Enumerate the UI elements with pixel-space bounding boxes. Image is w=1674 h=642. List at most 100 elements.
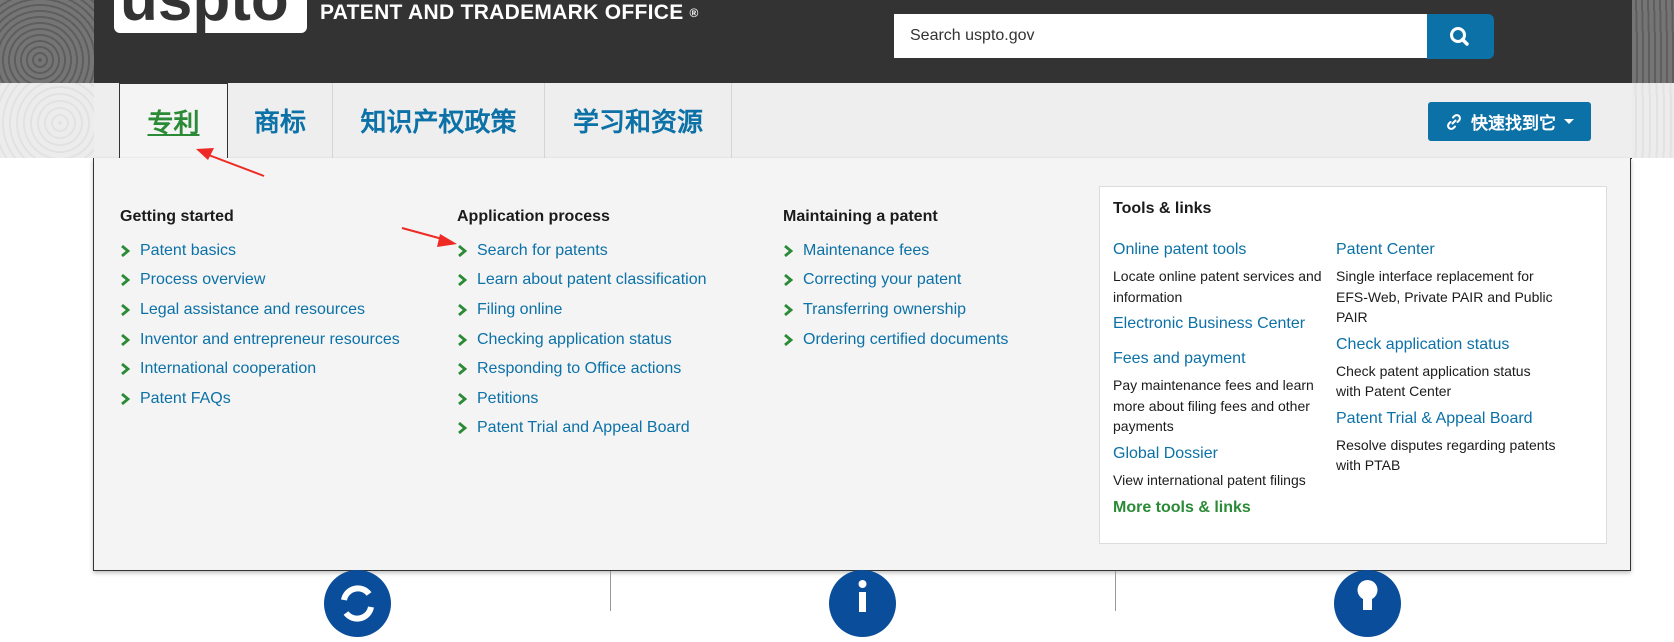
menu-link[interactable]: Patent basics bbox=[140, 242, 236, 260]
menu-link[interactable]: Legal assistance and resources bbox=[140, 301, 365, 319]
chevron-right-icon bbox=[458, 303, 468, 316]
tab-ip-policy[interactable]: 知识产权政策 bbox=[333, 83, 545, 158]
info-icon[interactable] bbox=[829, 570, 896, 637]
column-application-process: Application process Search for patents L… bbox=[457, 208, 706, 443]
chevron-right-icon bbox=[458, 333, 468, 346]
tool-description: Resolve disputes regarding patents with … bbox=[1336, 436, 1556, 474]
chevron-right-icon bbox=[121, 244, 131, 257]
logo-text: uspto bbox=[120, 0, 289, 33]
menu-link[interactable]: Learn about patent classification bbox=[477, 271, 706, 289]
patents-dropdown-panel: Getting started Patent basics Process ov… bbox=[93, 158, 1631, 571]
menu-link[interactable]: Inventor and entrepreneur resources bbox=[140, 331, 400, 349]
tool-link-check-application-status[interactable]: Check application status bbox=[1336, 335, 1558, 355]
chevron-right-icon bbox=[458, 392, 468, 405]
lightbulb-icon[interactable] bbox=[1334, 570, 1401, 637]
list-item[interactable]: Process overview bbox=[120, 266, 400, 296]
menu-link[interactable]: Responding to Office actions bbox=[477, 360, 681, 378]
tools-right-column: Patent Center Single interface replaceme… bbox=[1336, 240, 1558, 476]
tools-left-column: Online patent tools Locate online patent… bbox=[1113, 240, 1335, 517]
tab-patents[interactable]: 专利 bbox=[119, 83, 228, 159]
caret-down-icon bbox=[1564, 119, 1574, 124]
quick-find-label: 快速找到它 bbox=[1471, 114, 1556, 133]
list-item[interactable]: Correcting your patent bbox=[783, 266, 1008, 296]
tool-description: Pay maintenance fees and learn more abou… bbox=[1113, 377, 1314, 434]
tool-link-patent-center[interactable]: Patent Center bbox=[1336, 240, 1558, 260]
list-item[interactable]: Patent basics bbox=[120, 236, 400, 266]
menu-link[interactable]: Patent Trial and Appeal Board bbox=[477, 419, 690, 437]
list-item[interactable]: International cooperation bbox=[120, 354, 400, 384]
search-input[interactable] bbox=[894, 14, 1427, 58]
office-name: PATENT AND TRADEMARK OFFICE ® bbox=[320, 1, 699, 25]
chevron-right-icon bbox=[784, 274, 794, 287]
chevron-right-icon bbox=[784, 333, 794, 346]
menu-link[interactable]: Maintenance fees bbox=[803, 242, 929, 260]
menu-link[interactable]: Ordering certified documents bbox=[803, 331, 1008, 349]
list-item[interactable]: Legal assistance and resources bbox=[120, 295, 400, 325]
uspto-logo[interactable]: uspto bbox=[114, 0, 307, 33]
chevron-right-icon bbox=[121, 333, 131, 346]
tab-trademarks[interactable]: 商标 bbox=[228, 83, 333, 158]
list-item[interactable]: Ordering certified documents bbox=[783, 325, 1008, 355]
chevron-right-icon bbox=[458, 363, 468, 376]
tools-and-links-box: Tools & links Online patent tools Locate… bbox=[1099, 186, 1607, 544]
list-item[interactable]: Responding to Office actions bbox=[457, 354, 706, 384]
chevron-right-icon bbox=[784, 244, 794, 257]
column-title: Maintaining a patent bbox=[783, 208, 938, 225]
list-item[interactable]: Transferring ownership bbox=[783, 295, 1008, 325]
list-item[interactable]: Inventor and entrepreneur resources bbox=[120, 325, 400, 355]
column-title: Application process bbox=[457, 208, 610, 225]
menu-link[interactable]: Search for patents bbox=[477, 242, 608, 260]
tool-description: Locate online patent services and inform… bbox=[1113, 268, 1322, 305]
column-title: Getting started bbox=[120, 208, 234, 225]
tab-label: 专利 bbox=[147, 108, 200, 138]
menu-link[interactable]: International cooperation bbox=[140, 360, 316, 378]
tab-label: 知识产权政策 bbox=[360, 107, 517, 137]
column-maintaining-patent: Maintaining a patent Maintenance fees Co… bbox=[783, 208, 1008, 354]
tool-link-electronic-business-center[interactable]: Electronic Business Center bbox=[1113, 314, 1335, 334]
tool-description: View international patent filings bbox=[1113, 471, 1306, 488]
chevron-right-icon bbox=[458, 274, 468, 287]
chevron-right-icon bbox=[458, 244, 468, 257]
quick-find-button[interactable]: 快速找到它 bbox=[1428, 102, 1591, 141]
section-divider bbox=[610, 571, 611, 611]
more-tools-link[interactable]: More tools & links bbox=[1113, 499, 1335, 517]
list-item[interactable]: Patent FAQs bbox=[120, 384, 400, 414]
search-button[interactable] bbox=[1427, 14, 1494, 59]
tab-label: 学习和资源 bbox=[572, 107, 703, 137]
chevron-right-icon bbox=[458, 422, 468, 435]
tab-label: 商标 bbox=[253, 107, 306, 137]
link-icon bbox=[1447, 113, 1461, 130]
tool-description: Check patent application status with Pat… bbox=[1336, 362, 1531, 400]
menu-link[interactable]: Filing online bbox=[477, 301, 562, 319]
menu-link[interactable]: Transferring ownership bbox=[803, 301, 966, 319]
list-item[interactable]: Learn about patent classification bbox=[457, 266, 706, 296]
chevron-right-icon bbox=[121, 274, 131, 287]
chevron-right-icon bbox=[784, 303, 794, 316]
menu-link[interactable]: Process overview bbox=[140, 271, 265, 289]
tool-link-fees-and-payment[interactable]: Fees and payment bbox=[1113, 349, 1335, 369]
registered-mark: ® bbox=[689, 6, 699, 21]
list-item[interactable]: Checking application status bbox=[457, 325, 706, 355]
column-getting-started: Getting started Patent basics Process ov… bbox=[120, 208, 400, 414]
main-nav: 专利 商标 知识产权政策 学习和资源 bbox=[94, 83, 1632, 159]
tool-link-global-dossier[interactable]: Global Dossier bbox=[1113, 444, 1335, 464]
tool-link-ptab[interactable]: Patent Trial & Appeal Board bbox=[1336, 409, 1558, 429]
list-item[interactable]: Search for patents bbox=[457, 236, 706, 266]
menu-link[interactable]: Petitions bbox=[477, 390, 538, 408]
search-icon bbox=[1450, 27, 1469, 46]
menu-link[interactable]: Patent FAQs bbox=[140, 390, 231, 408]
section-divider bbox=[1115, 571, 1116, 611]
chevron-right-icon bbox=[121, 303, 131, 316]
chevron-right-icon bbox=[121, 363, 131, 376]
menu-link[interactable]: Correcting your patent bbox=[803, 271, 961, 289]
menu-link[interactable]: Checking application status bbox=[477, 331, 672, 349]
list-item[interactable]: Petitions bbox=[457, 384, 706, 414]
list-item[interactable]: Maintenance fees bbox=[783, 236, 1008, 266]
tab-learning-resources[interactable]: 学习和资源 bbox=[545, 83, 732, 158]
tool-link-online-patent-tools[interactable]: Online patent tools bbox=[1113, 240, 1335, 260]
tool-description: Single interface replacement for EFS-Web… bbox=[1336, 268, 1553, 325]
list-item[interactable]: Filing online bbox=[457, 295, 706, 325]
refresh-icon[interactable] bbox=[324, 570, 391, 637]
office-name-text: PATENT AND TRADEMARK OFFICE bbox=[320, 1, 684, 24]
list-item[interactable]: Patent Trial and Appeal Board bbox=[457, 414, 706, 444]
